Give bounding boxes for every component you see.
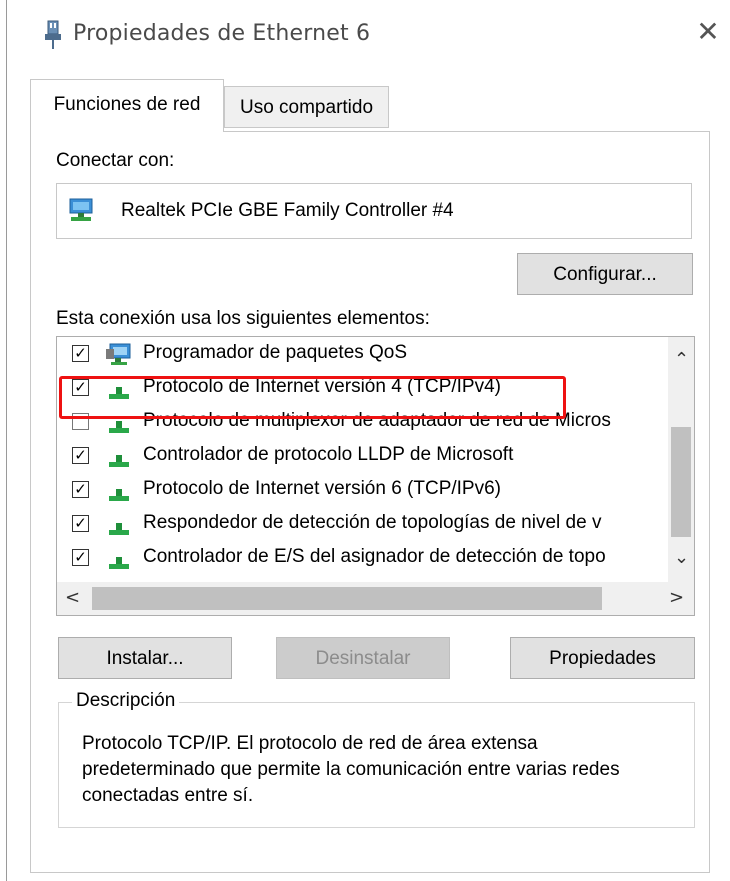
vertical-scrollbar[interactable]: ⌃ ⌄ xyxy=(668,337,694,582)
item-label: Controlador de protocolo LLDP de Microso… xyxy=(143,444,514,465)
list-item[interactable]: ✓ Controlador de E/S del asignador de de… xyxy=(57,541,669,575)
configure-button[interactable]: Configurar... xyxy=(517,253,693,295)
item-label: Respondedor de detección de topologías d… xyxy=(143,512,602,533)
ethernet-adapter-icon xyxy=(45,20,61,49)
horizontal-scrollbar[interactable]: < > xyxy=(57,582,694,615)
description-legend: Descripción xyxy=(72,690,180,712)
item-checkbox[interactable]: ✓ xyxy=(72,481,89,498)
list-item[interactable]: ✓ Respondedor de detección de topologías… xyxy=(57,507,669,541)
properties-button[interactable]: Propiedades xyxy=(510,637,695,679)
list-item[interactable]: ✓ Protocolo de Internet versión 6 (TCP/I… xyxy=(57,473,669,507)
list-item[interactable]: ✓ Programador de paquetes QoS xyxy=(57,337,669,371)
list-item[interactable]: ✓ Controlador de protocolo LLDP de Micro… xyxy=(57,439,669,473)
network-protocol-icon xyxy=(109,489,129,501)
adapter-field: Realtek PCIe GBE Family Controller #4 xyxy=(56,183,692,239)
item-label: Protocolo de Internet versión 6 (TCP/IPv… xyxy=(143,478,501,499)
scroll-right-icon[interactable]: > xyxy=(669,587,684,608)
window-title: Propiedades de Ethernet 6 xyxy=(73,21,371,46)
install-button[interactable]: Instalar... xyxy=(58,637,232,679)
highlight-box xyxy=(59,376,566,419)
network-protocol-icon xyxy=(109,523,129,535)
scroll-down-icon[interactable]: ⌄ xyxy=(674,547,689,568)
connect-with-label: Conectar con: xyxy=(56,150,175,171)
item-checkbox[interactable]: ✓ xyxy=(72,515,89,532)
network-adapter-icon xyxy=(69,198,93,221)
item-label: Programador de paquetes QoS xyxy=(143,342,408,363)
network-protocol-icon xyxy=(109,455,129,467)
horizontal-scroll-thumb[interactable] xyxy=(92,587,602,610)
close-icon[interactable]: ✕ xyxy=(693,17,723,47)
tab-network-functions[interactable]: Funciones de red xyxy=(30,79,224,132)
adapter-name: Realtek PCIe GBE Family Controller #4 xyxy=(121,200,454,221)
tab-sharing[interactable]: Uso compartido xyxy=(224,86,389,128)
item-checkbox[interactable]: ✓ xyxy=(72,447,89,464)
qos-scheduler-icon xyxy=(106,343,131,365)
item-checkbox[interactable]: ✓ xyxy=(72,549,89,566)
item-checkbox[interactable]: ✓ xyxy=(72,345,89,362)
scroll-up-icon[interactable]: ⌃ xyxy=(674,349,689,370)
vertical-scroll-thumb[interactable] xyxy=(671,427,691,537)
elements-label: Esta conexión usa los siguientes element… xyxy=(56,308,430,329)
item-label: Controlador de E/S del asignador de dete… xyxy=(143,546,606,567)
network-protocol-icon xyxy=(109,557,129,569)
uninstall-button[interactable]: Desinstalar xyxy=(276,637,450,679)
description-text: Protocolo TCP/IP. El protocolo de red de… xyxy=(82,733,620,806)
title-bar: Propiedades de Ethernet 6 ✕ xyxy=(7,0,730,68)
scroll-left-icon[interactable]: < xyxy=(65,587,80,608)
